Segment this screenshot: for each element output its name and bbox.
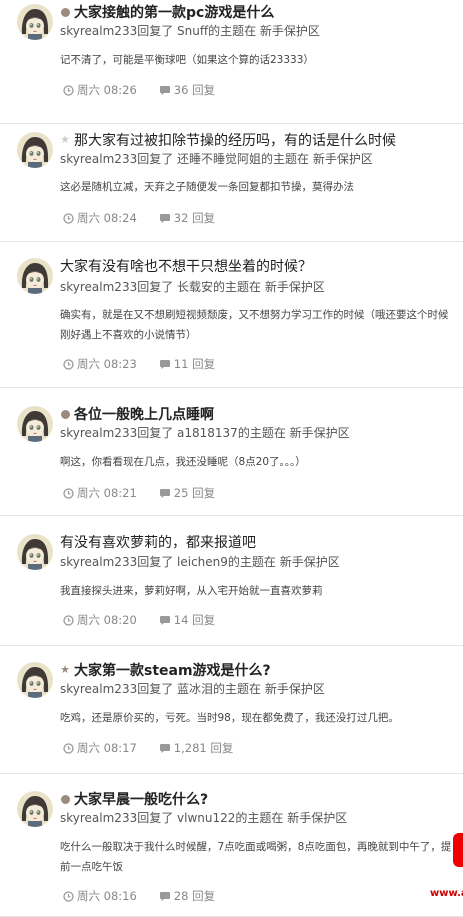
reply-info: skyrealm233回复了 Snuff的主题在 新手保护区 bbox=[60, 24, 320, 38]
reply-excerpt: 吃鸡，还是原价买的，亏死。当时98，现在都免费了，我还没打过几把。 bbox=[60, 712, 399, 724]
clock-icon bbox=[63, 212, 74, 224]
reply-excerpt: 确实有，就是在又不想刷短视频颓废，又不想努力学习工作的时候（哦还要这个时候刚好遇… bbox=[60, 309, 449, 341]
thread-title-row: 大家有没有啥也不想干只想坐着的时候？ bbox=[60, 256, 455, 276]
comment-icon bbox=[159, 85, 171, 96]
reply-time: 周六 08:16 bbox=[77, 889, 137, 903]
thread-title-link[interactable]: 有没有喜欢萝莉的，都来报道吧 bbox=[60, 532, 256, 552]
reply-time: 周六 08:23 bbox=[77, 357, 137, 371]
reply-count[interactable]: 28 回复 bbox=[174, 888, 215, 904]
comment-icon bbox=[159, 891, 171, 902]
avatar[interactable] bbox=[17, 406, 53, 442]
watermark: www.a 中 ● bbox=[430, 888, 463, 899]
reply-time: 周六 08:24 bbox=[77, 211, 137, 225]
reply-excerpt: 啊这，你看看现在几点，我还没睡呢（8点20了。。。） bbox=[60, 456, 306, 468]
thread-title-link[interactable]: 各位一般晚上几点睡啊 bbox=[74, 404, 214, 424]
clock-icon bbox=[63, 84, 74, 96]
thread-meta: 周六 08:17 1,281 回复 bbox=[63, 740, 233, 756]
reply-count[interactable]: 1,281 回复 bbox=[174, 740, 234, 756]
avatar[interactable] bbox=[17, 662, 53, 698]
thread-meta: 周六 08:20 14 回复 bbox=[63, 612, 215, 628]
reply-time: 周六 08:21 bbox=[77, 486, 137, 500]
thread-title-link[interactable]: 大家有没有啥也不想干只想坐着的时候？ bbox=[60, 256, 312, 276]
reply-info: skyrealm233回复了 还睡不睡觉阿姐的主题在 新手保护区 bbox=[60, 152, 373, 166]
comment-icon bbox=[159, 615, 171, 626]
clock-icon bbox=[63, 358, 74, 370]
reply-count[interactable]: 32 回复 bbox=[174, 210, 215, 226]
thread-title-link[interactable]: 大家接触的第一款pc游戏是什么 bbox=[74, 2, 274, 22]
reply-excerpt: 这必是随机立减，天弃之子随便发一条回复都扣节操，莫得办法 bbox=[60, 181, 354, 193]
reply-info: skyrealm233回复了 长载安的主题在 新手保护区 bbox=[60, 280, 325, 294]
clock-icon bbox=[63, 742, 74, 754]
comment-icon bbox=[159, 213, 171, 224]
thread-title-row: 各位一般晚上几点睡啊 bbox=[60, 404, 455, 424]
thread-title-row: ★ 那大家有过被扣除节操的经历吗，有的话是什么时候 bbox=[60, 130, 455, 150]
reply-time: 周六 08:26 bbox=[77, 83, 137, 97]
thread-meta: 周六 08:16 28 回复 bbox=[63, 888, 215, 904]
corner-badge bbox=[453, 833, 463, 867]
clock-icon bbox=[63, 614, 74, 626]
comment-icon bbox=[159, 743, 171, 754]
reply-info: skyrealm233回复了 蓝冰泪的主题在 新手保护区 bbox=[60, 682, 325, 696]
dot-icon bbox=[60, 794, 70, 804]
comment-icon bbox=[159, 359, 171, 370]
reply-count[interactable]: 11 回复 bbox=[174, 356, 215, 372]
thread-meta: 周六 08:21 25 回复 bbox=[63, 485, 215, 501]
thread-meta: 周六 08:24 32 回复 bbox=[63, 210, 215, 226]
thread-title-link[interactable]: 大家第一款steam游戏是什么? bbox=[74, 660, 271, 680]
star-outline-icon: ★ bbox=[60, 133, 70, 146]
thread-item: 大家有没有啥也不想干只想坐着的时候？ skyrealm233回复了 长载安的主题… bbox=[0, 242, 463, 388]
reply-info: skyrealm233回复了 vlwnu122的主题在 新手保护区 bbox=[60, 811, 348, 825]
reply-count[interactable]: 25 回复 bbox=[174, 485, 215, 501]
avatar[interactable] bbox=[17, 791, 53, 827]
avatar[interactable] bbox=[17, 4, 53, 40]
clock-icon bbox=[63, 487, 74, 499]
dot-icon bbox=[60, 409, 70, 419]
clock-icon bbox=[63, 890, 74, 902]
reply-excerpt: 我直接探头进来，萝莉好啊，从入宅开始就一直喜欢萝莉 bbox=[60, 585, 323, 597]
thread-title-row: 大家早晨一般吃什么? bbox=[60, 789, 455, 809]
dot-icon bbox=[60, 7, 70, 17]
reply-info: skyrealm233回复了 a1818137的主题在 新手保护区 bbox=[60, 426, 350, 440]
reply-time: 周六 08:20 bbox=[77, 613, 137, 627]
reply-info: skyrealm233回复了 leichen9的主题在 新手保护区 bbox=[60, 555, 340, 569]
avatar[interactable] bbox=[17, 534, 53, 570]
thread-item: 有没有喜欢萝莉的，都来报道吧 skyrealm233回复了 leichen9的主… bbox=[0, 516, 463, 646]
thread-item: ★ 大家第一款steam游戏是什么? skyrealm233回复了 蓝冰泪的主题… bbox=[0, 646, 463, 774]
thread-title-row: 大家接触的第一款pc游戏是什么 bbox=[60, 2, 455, 22]
reply-count[interactable]: 36 回复 bbox=[174, 82, 215, 98]
star-icon: ★ bbox=[60, 663, 70, 676]
thread-meta: 周六 08:23 11 回复 bbox=[63, 356, 215, 372]
thread-title-link[interactable]: 那大家有过被扣除节操的经历吗，有的话是什么时候 bbox=[74, 130, 396, 150]
reply-excerpt: 吃什么一般取决于我什么时候醒，7点吃面或喝粥，8点吃面包，再晚就到中午了，提前一… bbox=[60, 841, 452, 873]
thread-title-row: ★ 大家第一款steam游戏是什么? bbox=[60, 660, 455, 680]
thread-title-row: 有没有喜欢萝莉的，都来报道吧 bbox=[60, 532, 455, 552]
thread-title-link[interactable]: 大家早晨一般吃什么? bbox=[74, 789, 208, 809]
thread-item: 大家早晨一般吃什么? skyrealm233回复了 vlwnu122的主题在 新… bbox=[0, 774, 463, 917]
comment-icon bbox=[159, 488, 171, 499]
avatar[interactable] bbox=[17, 258, 53, 294]
avatar[interactable] bbox=[17, 132, 53, 168]
reply-excerpt: 记不清了，可能是平衡球吧（如果这个算的话23333） bbox=[60, 54, 314, 66]
thread-item: 大家接触的第一款pc游戏是什么 skyrealm233回复了 Snuff的主题在… bbox=[0, 0, 463, 124]
reply-time: 周六 08:17 bbox=[77, 741, 137, 755]
thread-meta: 周六 08:26 36 回复 bbox=[63, 82, 215, 98]
reply-count[interactable]: 14 回复 bbox=[174, 612, 215, 628]
thread-item: ★ 那大家有过被扣除节操的经历吗，有的话是什么时候 skyrealm233回复了… bbox=[0, 124, 463, 242]
thread-item: 各位一般晚上几点睡啊 skyrealm233回复了 a1818137的主题在 新… bbox=[0, 388, 463, 516]
